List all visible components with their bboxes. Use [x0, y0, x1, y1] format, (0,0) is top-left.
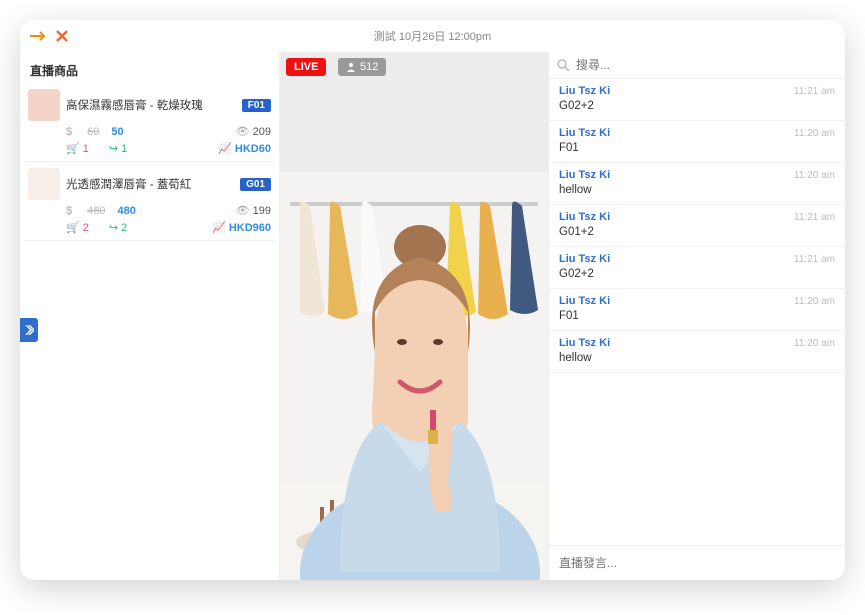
chart-icon: 📈	[218, 143, 232, 155]
search-icon	[557, 59, 570, 72]
search-input[interactable]	[576, 58, 837, 72]
product-panel: 直播商品 高保濕霧感唇膏 - 乾燥玫瑰 F01 $ 60 50 👁209 🛒 1…	[20, 52, 280, 580]
product-thumb	[28, 89, 60, 121]
share-icon: ↪	[109, 222, 118, 234]
chat-message: Liu Tsz Ki 11:21 am G01+2	[549, 205, 845, 247]
chat-message-list[interactable]: Liu Tsz Ki 11:21 am G02+2 Liu Tsz Ki 11:…	[549, 79, 845, 545]
page-title: 測試 10月26日 12:00pm	[20, 28, 845, 44]
chat-message: Liu Tsz Ki 11:20 am hellow	[549, 163, 845, 205]
product-panel-title: 直播商品	[24, 58, 275, 83]
chat-body: F01	[559, 307, 835, 322]
product-name: 高保濕霧感唇膏 - 乾燥玫瑰	[66, 97, 236, 113]
revenue: 📈HKD960	[212, 221, 271, 234]
chat-user: Liu Tsz Ki	[559, 295, 610, 307]
title-bar: 測試 10月26日 12:00pm	[20, 20, 845, 52]
person-icon	[346, 62, 356, 72]
chat-body: G01+2	[559, 223, 835, 238]
view-count: 👁209	[236, 125, 271, 138]
chat-body: F01	[559, 139, 835, 154]
chevron-right-icon	[24, 325, 34, 335]
share-count: ↪ 1	[109, 142, 127, 155]
chat-body: hellow	[559, 349, 835, 364]
chat-user: Liu Tsz Ki	[559, 337, 610, 349]
chat-user: Liu Tsz Ki	[559, 211, 610, 223]
live-badge: LIVE	[286, 58, 326, 76]
product-name: 光透感潤澤唇膏 - 蓋荀紅	[66, 176, 234, 192]
product-thumb	[28, 168, 60, 200]
chat-user: Liu Tsz Ki	[559, 169, 610, 181]
eye-icon: 👁	[236, 126, 250, 138]
chat-send-bar	[549, 545, 845, 580]
chat-time: 11:21 am	[794, 254, 835, 265]
product-code-badge: F01	[242, 99, 271, 112]
chat-time: 11:20 am	[794, 338, 835, 349]
cart-count: 🛒 2	[66, 221, 89, 234]
chat-user: Liu Tsz Ki	[559, 253, 610, 265]
chat-message: Liu Tsz Ki 11:21 am G02+2	[549, 247, 845, 289]
chat-body: G02+2	[559, 265, 835, 280]
share-count: ↪ 2	[109, 221, 127, 234]
live-video: LIVE 512	[280, 52, 548, 580]
product-code-badge: G01	[240, 178, 271, 191]
cart-icon: 🛒	[66, 222, 80, 234]
chat-time: 11:21 am	[794, 212, 835, 223]
cart-count: 🛒 1	[66, 142, 89, 155]
chat-panel: Liu Tsz Ki 11:21 am G02+2 Liu Tsz Ki 11:…	[548, 52, 845, 580]
chat-body: G02+2	[559, 97, 835, 112]
revenue: 📈HKD60	[218, 142, 271, 155]
chat-time: 11:21 am	[794, 86, 835, 97]
viewer-count: 512	[338, 58, 386, 76]
product-item[interactable]: 高保濕霧感唇膏 - 乾燥玫瑰 F01 $ 60 50 👁209 🛒 1 ↪ 1 …	[24, 83, 275, 162]
chat-message: Liu Tsz Ki 11:20 am hellow	[549, 331, 845, 373]
viewer-count-value: 512	[360, 61, 378, 73]
chat-search	[549, 52, 845, 79]
chat-time: 11:20 am	[794, 128, 835, 139]
dollar-icon: $	[66, 126, 72, 138]
chat-user: Liu Tsz Ki	[559, 127, 610, 139]
sidebar-collapse-toggle[interactable]	[20, 318, 38, 342]
share-icon: ↪	[109, 143, 118, 155]
chat-message: Liu Tsz Ki 11:20 am F01	[549, 289, 845, 331]
chat-time: 11:20 am	[794, 170, 835, 181]
price-current: 480	[117, 205, 135, 217]
dollar-icon: $	[66, 205, 72, 217]
product-item[interactable]: 光透感潤澤唇膏 - 蓋荀紅 G01 $ 480 480 👁199 🛒 2 ↪ 2…	[24, 162, 275, 241]
chat-input[interactable]	[559, 556, 835, 570]
price-current: 50	[111, 126, 123, 138]
stream-illustration	[280, 52, 548, 580]
chat-message: Liu Tsz Ki 11:20 am F01	[549, 121, 845, 163]
app-window: 測試 10月26日 12:00pm 直播商品 高保濕霧感唇膏 - 乾燥玫瑰 F0…	[20, 20, 845, 580]
cart-icon: 🛒	[66, 143, 80, 155]
eye-icon: 👁	[236, 205, 250, 217]
chart-icon: 📈	[212, 222, 226, 234]
chat-time: 11:20 am	[794, 296, 835, 307]
view-count: 👁199	[236, 204, 271, 217]
price-original: 480	[87, 205, 105, 217]
chat-user: Liu Tsz Ki	[559, 85, 610, 97]
chat-body: hellow	[559, 181, 835, 196]
price-original: 60	[87, 126, 99, 138]
chat-message: Liu Tsz Ki 11:21 am G02+2	[549, 79, 845, 121]
